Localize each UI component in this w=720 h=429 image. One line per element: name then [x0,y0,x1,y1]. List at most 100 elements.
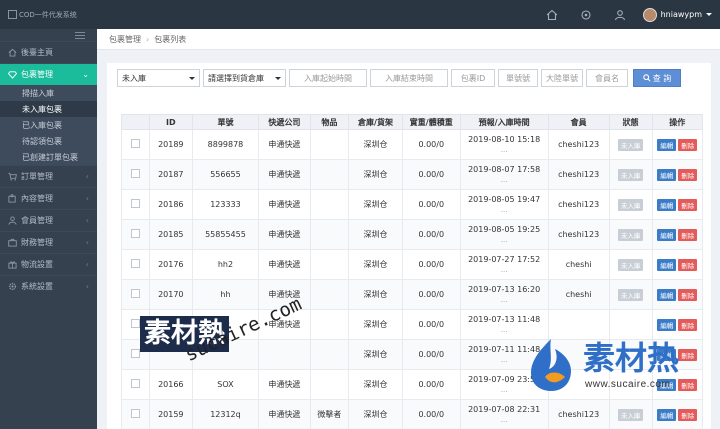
row-checkbox[interactable] [130,319,140,328]
chevron-left-icon: ‹ [85,172,89,181]
sidebar-item-label: 包裹管理 [21,70,53,79]
sidebar-subitem-not-stored[interactable]: 未入庫包裹 [0,101,97,117]
col-header-warehouse[interactable]: 倉庫/貨架 [348,114,403,130]
cell-time: 2019-07-27 17:52... [459,249,549,280]
storage-time: ... [500,205,508,214]
chevron-down-icon[interactable] [706,13,712,16]
edit-button[interactable]: 編輯 [657,228,677,241]
status-select[interactable]: 未入庫 [117,69,200,87]
sidebar-item-label: 訂單管理 [21,172,53,181]
delete-button[interactable]: 刪除 [678,408,698,421]
cell-item [309,249,350,280]
delete-button[interactable]: 刪除 [678,318,698,331]
chevron-left-icon: ‹ [85,194,89,203]
edit-button[interactable]: 編輯 [657,288,677,301]
puzzle-icon [7,194,17,204]
date-end-input[interactable]: 入庫結束時間 [370,69,448,87]
col-header-item[interactable]: 物品 [309,114,350,130]
warehouse-select[interactable]: 請選擇到貨倉庫 [203,69,286,87]
date-start-input[interactable]: 入庫起始時間 [289,69,367,87]
col-header-time[interactable]: 預報/入庫時間 [459,114,549,130]
app-logo[interactable]: COD一件代发系统 [0,0,97,29]
delete-button[interactable]: 刪除 [678,228,698,241]
col-header-id[interactable]: ID [148,114,193,130]
filter-bar: 未入庫 請選擇到貨倉庫 入庫起始時間 入庫結束時間 包裹ID 單號號 大陸單號 … [117,69,681,87]
row-checkbox[interactable] [130,289,140,298]
sidebar-subitem-stored[interactable]: 已入庫包裹 [0,117,97,133]
cell-select [121,249,150,280]
sidebar-item-label: 系統設置 [21,282,53,291]
row-checkbox[interactable] [130,229,140,238]
col-header-courier[interactable]: 快遞公司 [258,114,311,130]
status-badge: 未入庫 [617,198,644,211]
menu-toggle-icon[interactable] [75,32,85,39]
edit-button[interactable]: 編輯 [657,168,677,181]
col-header-tracking[interactable]: 單號 [191,114,260,130]
search-button[interactable]: 查 詢 [633,69,681,87]
edit-button[interactable]: 編輯 [657,408,677,421]
delete-button[interactable]: 刪除 [678,168,698,181]
tracking-number-input[interactable]: 單號號 [498,69,538,87]
cell-warehouse: 深圳仓 [348,309,403,340]
home-icon[interactable] [545,8,559,22]
edit-button[interactable]: 編輯 [657,138,677,151]
chevron-down-icon [275,76,281,80]
edit-button[interactable]: 編輯 [657,198,677,211]
status-badge: 未入庫 [617,138,644,151]
cell-item [309,369,350,400]
delete-button[interactable]: 刪除 [678,138,698,151]
breadcrumb-item-package-list: 包裹列表 [154,34,187,44]
mainland-tracking-input[interactable]: 大陸單號 [541,69,583,87]
member-name-input[interactable]: 會員名 [586,69,628,87]
package-id-input[interactable]: 包裹ID [451,69,495,87]
breadcrumb-item-packages[interactable]: 包裹管理 [109,34,141,45]
sidebar-item-logistics[interactable]: 物流設置 ‹ [0,253,97,275]
status-badge: 未入庫 [617,168,644,181]
sidebar-subitem-scan-in[interactable]: 掃描入庫 [0,85,97,101]
delete-button[interactable]: 刪除 [678,288,698,301]
username[interactable]: hniawypm [661,10,702,19]
row-checkbox[interactable] [130,199,140,208]
table-row: 20185 55855455 申通快遞 深圳仓 0.00/0 2019-08-05 19:… [121,219,704,250]
cell-item [309,279,350,310]
delete-button[interactable]: 刪除 [678,198,698,211]
row-checkbox[interactable] [130,349,140,358]
sidebar-item-packages[interactable]: 包裹管理 ⌄ [0,63,97,85]
cell-member: cheshi [547,249,610,280]
cell-select [121,189,150,220]
row-checkbox[interactable] [130,409,140,418]
sidebar-item-finance[interactable]: 財務管理 ‹ [0,231,97,253]
avatar[interactable] [642,7,657,22]
cell-actions: 編輯 刪除 [651,219,704,250]
sidebar-item-orders[interactable]: 訂單管理 ‹ [0,165,97,187]
refresh-icon[interactable] [579,8,593,22]
row-checkbox[interactable] [130,259,140,268]
chevron-down-icon [189,76,195,80]
sidebar-item-settings[interactable]: 系統設置 ‹ [0,275,97,297]
sidebar-item-dashboard[interactable]: 後臺主頁 [0,41,97,63]
sidebar-submenu: 掃描入庫 未入庫包裹 已入庫包裹 待認領包裹 已創建訂單包裹 [0,85,97,165]
sidebar-subitem-unclaimed[interactable]: 待認領包裹 [0,133,97,149]
user-icon [7,216,17,226]
col-header-member[interactable]: 會員 [547,114,610,130]
edit-button[interactable]: 編輯 [657,318,677,331]
row-checkbox[interactable] [130,379,140,388]
col-header-status[interactable]: 狀態 [608,114,653,130]
row-checkbox[interactable] [130,169,140,178]
row-checkbox[interactable] [130,139,140,148]
cell-id: 20189 [148,129,193,160]
chevron-left-icon: ‹ [85,216,89,225]
cell-select [121,279,150,310]
delete-button[interactable]: 刪除 [678,258,698,271]
broken-image-icon [8,10,17,19]
watermark-right-logo: 素材热 [583,339,680,377]
edit-button[interactable]: 編輯 [657,258,677,271]
sidebar-item-members[interactable]: 會員管理 ‹ [0,209,97,231]
sidebar-item-content[interactable]: 內容管理 ‹ [0,187,97,209]
user-icon[interactable] [613,8,627,22]
sidebar-subitem-order-created[interactable]: 已創建訂單包裹 [0,149,97,165]
cell-member: cheshi [547,279,610,310]
col-header-weight[interactable]: 實重/體積重 [401,114,461,130]
cell-select [121,369,150,400]
cell-item [309,159,350,190]
